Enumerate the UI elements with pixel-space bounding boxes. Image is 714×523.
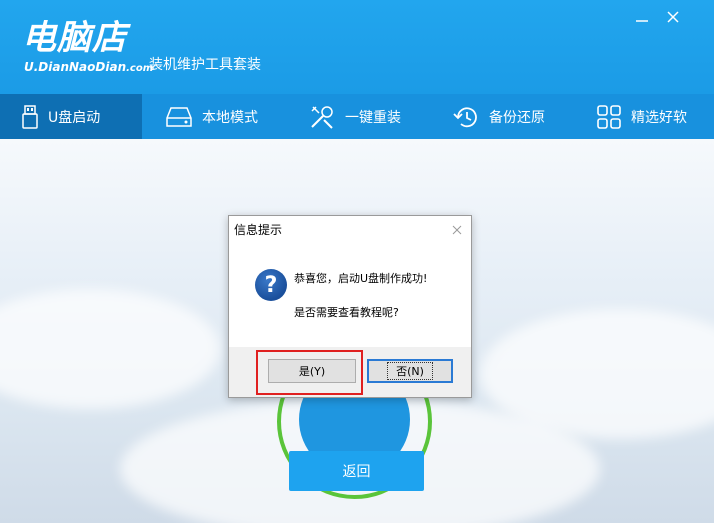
close-icon <box>667 11 679 23</box>
nav-label-reinstall: 一键重装 <box>345 109 401 126</box>
dialog-message-success: 恭喜您，启动U盘制作成功! <box>294 272 428 285</box>
drive-icon <box>166 106 192 127</box>
cloud-background <box>0 289 220 409</box>
question-icon: ? <box>255 269 287 301</box>
minimize-icon <box>636 20 648 22</box>
info-dialog: 信息提示 ? 恭喜您，启动U盘制作成功! 是否需要查看教程呢? 是(Y) 否(N… <box>228 215 472 398</box>
app-window: 电脑店 U.DianNaoDian.com 装机维护工具套装 U盘启动 本地模式… <box>0 0 714 523</box>
tools-icon <box>311 105 333 129</box>
logo-url: U.DianNaoDian.com <box>24 60 153 74</box>
dialog-title: 信息提示 <box>234 223 283 237</box>
back-button[interactable]: 返回 <box>289 451 424 491</box>
grid-icon <box>597 104 621 129</box>
nav-item-reinstall[interactable]: 一键重装 <box>309 94 401 139</box>
nav-item-featured-software[interactable]: 精选好软 <box>597 94 687 139</box>
app-tagline: 装机维护工具套装 <box>149 57 261 73</box>
nav-item-usb-boot[interactable]: U盘启动 <box>0 94 142 139</box>
no-button-label: 否(N) <box>387 362 433 380</box>
close-icon <box>452 225 462 235</box>
logo-title: 电脑店 <box>22 18 127 58</box>
restore-icon <box>453 106 477 127</box>
nav-label-featured-software: 精选好软 <box>631 109 687 126</box>
nav-label-backup-restore: 备份还原 <box>489 109 545 126</box>
nav-label-local-mode: 本地模式 <box>202 109 258 126</box>
yes-button[interactable]: 是(Y) <box>268 359 356 383</box>
usb-icon <box>22 104 38 129</box>
main-nav: U盘启动 本地模式 一键重装 备份还原 精选好软 <box>0 94 714 139</box>
nav-item-local-mode[interactable]: 本地模式 <box>166 94 258 139</box>
title-bar: 电脑店 U.DianNaoDian.com 装机维护工具套装 <box>0 0 714 94</box>
dialog-message-tutorial: 是否需要查看教程呢? <box>294 306 399 319</box>
logo-url-main: U.DianNaoDian <box>24 60 127 74</box>
minimize-button[interactable] <box>633 8 651 26</box>
nav-item-backup-restore[interactable]: 备份还原 <box>453 94 545 139</box>
nav-label-usb-boot: U盘启动 <box>48 109 101 126</box>
no-button[interactable]: 否(N) <box>367 359 453 383</box>
dialog-close-button[interactable] <box>450 222 464 236</box>
close-button[interactable] <box>664 8 682 26</box>
